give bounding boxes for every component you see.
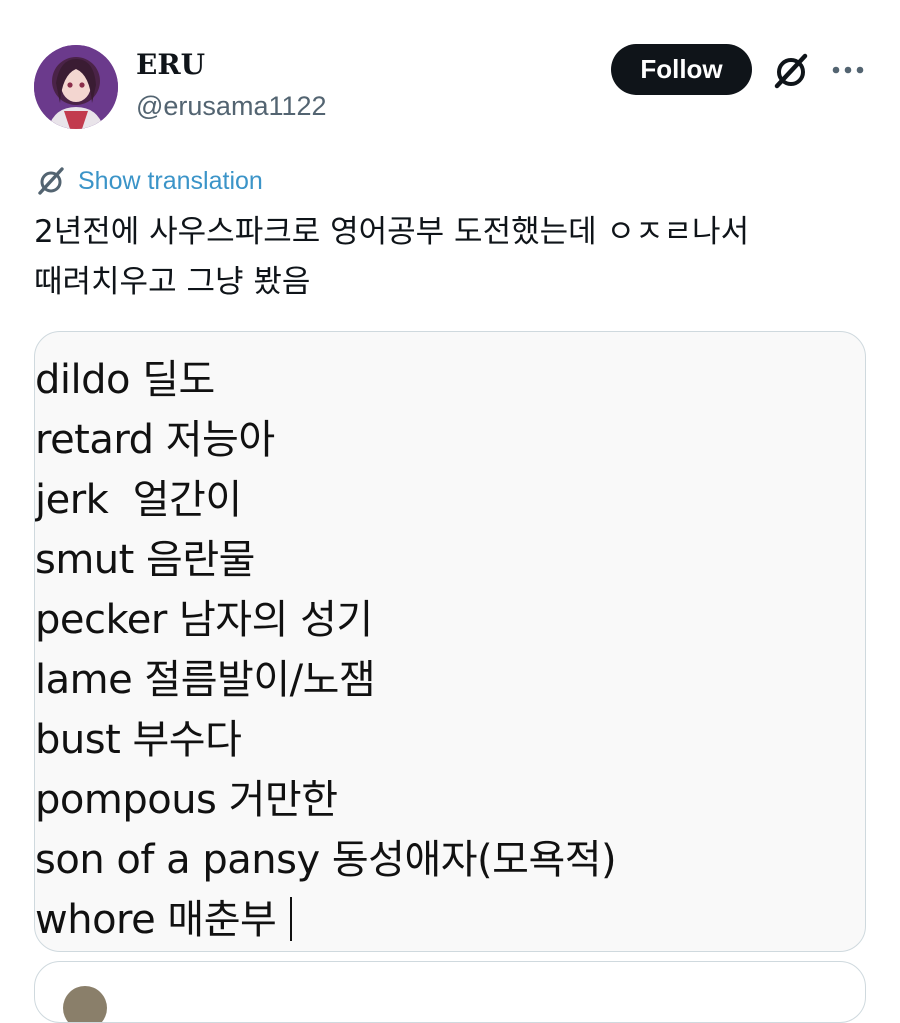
grok-slash-icon[interactable] <box>770 50 812 92</box>
tweet-header: ERU @erusama1122 Follow <box>0 0 900 150</box>
vocab-item: retard 저능아 <box>35 417 275 463</box>
vocab-item: pecker 남자의 성기 <box>35 597 373 643</box>
avatar[interactable] <box>34 45 118 129</box>
vocab-item: pompous 거만한 <box>35 777 338 823</box>
text-cursor <box>290 897 293 941</box>
vocab-list: dildo 딜도 retard 저능아 jerk 얼간이 smut 음란물 pe… <box>35 350 617 950</box>
follow-button[interactable]: Follow <box>611 44 752 95</box>
vocab-item: dildo 딜도 <box>35 357 215 403</box>
vocab-item: lame 절름발이/노잼 <box>35 657 376 703</box>
vocab-item: son of a pansy 동성애자(모욕적) <box>35 837 617 883</box>
tweet-text-line: 때려치우고 그냥 봤음 <box>34 264 311 300</box>
tweet-text: 2년전에 사우스파크로 영어공부 도전했는데 ㅇㅈㄹ나서 때려치우고 그냥 봤음 <box>34 207 864 307</box>
quoted-avatar[interactable] <box>63 986 107 1022</box>
translate-slash-icon <box>34 164 68 198</box>
vocab-item-last: whore 매춘부 <box>35 890 616 950</box>
tweet-media-image[interactable]: dildo 딜도 retard 저능아 jerk 얼간이 smut 음란물 pe… <box>34 331 866 952</box>
avatar-image <box>34 45 118 129</box>
vocab-item: jerk 얼간이 <box>35 477 242 523</box>
vocab-item: whore 매춘부 <box>35 897 277 943</box>
vocab-item: smut 음란물 <box>35 537 255 583</box>
quoted-tweet-card[interactable] <box>34 961 866 1023</box>
tweet-text-line: 2년전에 사우스파크로 영어공부 도전했는데 ㅇㅈㄹ나서 <box>34 214 750 250</box>
show-translation-link[interactable]: Show translation <box>34 163 263 199</box>
vocab-item: bust 부수다 <box>35 717 242 763</box>
display-name[interactable]: ERU <box>136 48 205 82</box>
show-translation-label: Show translation <box>78 166 263 195</box>
more-dots-icon[interactable] <box>828 56 868 84</box>
user-handle[interactable]: @erusama1122 <box>136 88 327 124</box>
